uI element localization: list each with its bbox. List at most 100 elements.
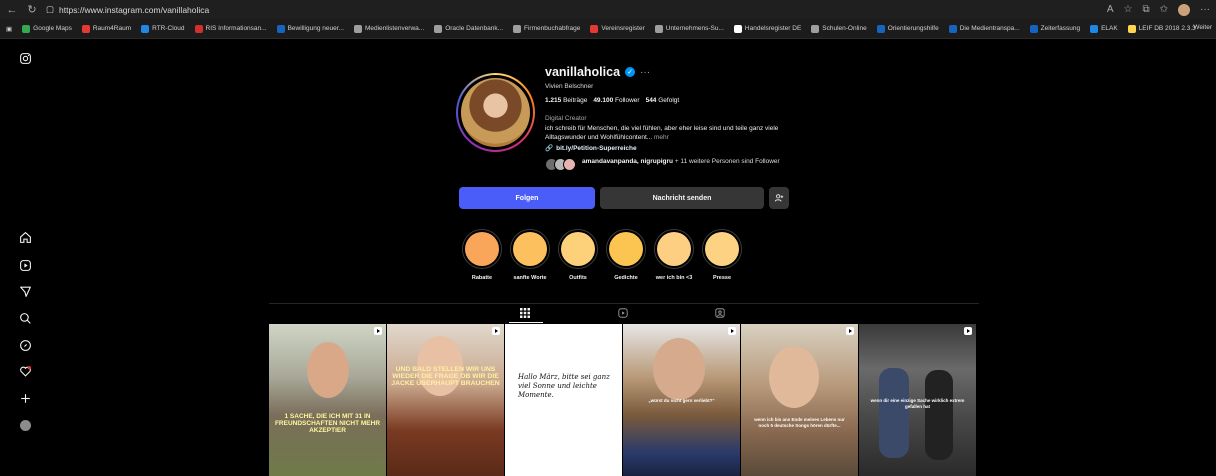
follow-button[interactable]: Folgen [459,187,595,209]
bookmark-favicon-icon [353,24,362,33]
post-overlay-text: „würst du nicht gern verliebt?“ [648,398,715,403]
notifications-heart-icon[interactable] [17,363,33,379]
highlight-item[interactable]: sanfte Worte [510,229,550,281]
reload-icon[interactable]: ↻ [26,4,38,16]
profile-avatar-story-ring[interactable] [456,73,535,152]
browser-profile-avatar[interactable] [1178,3,1190,16]
highlight-cover [465,232,499,266]
post-photo-person [879,368,909,458]
post-tile[interactable]: wenn dir eine einzige Sache wirklich ext… [859,324,976,476]
send-message-button[interactable]: Nachricht senden [600,187,764,209]
tab-tagged[interactable] [713,307,727,319]
highlight-item[interactable]: Outfits [558,229,598,281]
bookmark-favicon-icon [1090,24,1099,33]
bookmark-item[interactable]: Medienlistenverwa... [353,24,424,33]
highlight-item[interactable]: Rabatte [462,229,502,281]
more-menu-icon[interactable]: ··· [1200,4,1210,15]
post-overlay-text: wenn ich bis ans Ende meines Lebens nur … [754,417,845,428]
post-tile[interactable]: Hallo März, bitte sei ganz viel Sonne un… [505,324,622,476]
read-aloud-icon[interactable]: A [1107,4,1114,15]
post-grid: 1 SACHE, DIE ICH MIT 31 IN FREUNDSCHAFTE… [269,324,976,476]
suggested-accounts-button[interactable] [769,187,789,209]
bookmark-apps-icon[interactable]: ▣ [6,25,12,33]
highlight-ring [510,229,550,269]
options-icon[interactable]: ··· [640,67,650,78]
bookmark-favicon-icon [141,24,150,33]
highlight-item[interactable]: Presse [702,229,742,281]
bio-link[interactable]: 🔗 bit.ly/Petition-Superreiche [545,144,805,153]
bookmark-item[interactable]: Die Medientranspa... [948,24,1020,33]
follower-avatars [545,158,576,171]
bookmark-item[interactable]: RTR-Cloud [141,24,185,33]
home-icon[interactable] [17,229,33,245]
bookmark-item[interactable]: Schulen-Online [811,24,867,33]
bookmark-favicon-icon [194,24,203,33]
browser-toolbar: ← ↻ ▢ https://www.instagram.com/vanillah… [0,0,1216,19]
address-bar[interactable]: ▢ https://www.instagram.com/vanillaholic… [46,4,209,15]
favorites-bar-icon[interactable]: ✩ [1160,4,1168,15]
bookmark-item[interactable]: Oracle Datenbank... [434,24,503,33]
highlight-item[interactable]: wer ich bin <3 [654,229,694,281]
highlight-item[interactable]: Gedichte [606,229,646,281]
bookmark-favicon-icon [276,24,285,33]
bookmark-label: Handelsregister DE [744,25,802,32]
post-tile[interactable]: 1 SACHE, DIE ICH MIT 31 IN FREUNDSCHAFTE… [269,324,386,476]
bookmark-item[interactable]: Orientierungshilfe [876,24,939,33]
post-tile[interactable]: UND BALD STELLEN WIR UNS WIEDER DIE FRAG… [387,324,504,476]
bookmark-label: Vereinsregister [601,25,645,32]
profile-avatar-icon[interactable] [17,417,33,433]
followers-stat[interactable]: 49.100 Follower [593,97,639,104]
bookmark-item[interactable]: Vereinsregister [590,24,645,33]
bookmark-favicon-icon [81,24,90,33]
tab-reels[interactable] [616,307,630,319]
bookmark-label: ELAK [1101,25,1118,32]
post-photo-face [653,338,705,400]
back-icon[interactable]: ← [6,4,18,16]
reel-icon [728,327,736,335]
bookmark-favicon-icon [590,24,599,33]
category-label: Digital Creator [545,115,587,122]
favorite-icon[interactable]: ☆ [1124,4,1133,15]
followed-by[interactable]: amandavanpanda, nigrupigru + 11 weitere … [545,158,805,171]
post-photo-face [307,342,349,398]
browser-actions: A ☆ ⧉ ✩ ··· [1107,3,1210,16]
highlight-label: wer ich bin <3 [655,275,693,281]
bookmark-item[interactable]: Raum4Raum [81,24,132,33]
highlight-cover [705,232,739,266]
bookmark-label: Raum4Raum [92,25,132,32]
bookmark-label: Schulen-Online [822,25,867,32]
bookmark-item[interactable]: ELAK [1090,24,1118,33]
bookmark-item[interactable]: Bewilligung neuer... [276,24,344,33]
bookmark-label: Die Medientranspa... [959,25,1020,32]
bookmark-item[interactable]: Firmenbuchabfrage [513,24,580,33]
bookmark-item[interactable]: LEIF DB 2018 2.3.3 [1127,24,1196,33]
tabs-divider [269,303,979,304]
bio-text: ich schreib für Menschen, die viel fühle… [545,125,779,141]
page-icon: ▢ [46,4,55,14]
instagram-logo-icon[interactable] [17,50,33,66]
post-overlay-text: UND BALD STELLEN WIR UNS WIEDER DIE FRAG… [391,366,500,387]
direct-messages-icon[interactable] [17,283,33,299]
create-plus-icon[interactable] [17,390,33,406]
explore-icon[interactable] [17,337,33,353]
bookmark-item[interactable]: Handelsregister DE [733,24,802,33]
following-stat[interactable]: 544 Gefolgt [646,97,680,104]
add-user-icon [774,194,784,202]
reels-icon[interactable] [17,257,33,273]
highlight-label: sanfte Worte [513,275,547,281]
tab-posts[interactable] [518,307,532,319]
highlight-ring [606,229,646,269]
highlight-cover [561,232,595,266]
search-icon[interactable] [17,310,33,326]
full-name: Vivien Belschner [545,83,594,90]
bookmark-label: Orientierungshilfe [887,25,939,32]
bio-more-link[interactable]: mehr [654,134,669,141]
post-tile[interactable]: „würst du nicht gern verliebt?“ [623,324,740,476]
extensions-icon[interactable]: ⧉ [1142,4,1149,15]
bookmark-item[interactable]: Unternehmens-Su... [654,24,724,33]
bookmarks-more[interactable]: Weiter [1193,24,1212,31]
bookmark-item[interactable]: RIS Informationsan... [194,24,267,33]
bookmark-item[interactable]: Google Maps [22,24,72,33]
post-tile[interactable]: wenn ich bis ans Ende meines Lebens nur … [741,324,858,476]
bookmark-item[interactable]: Zeiterfassung [1029,24,1080,33]
